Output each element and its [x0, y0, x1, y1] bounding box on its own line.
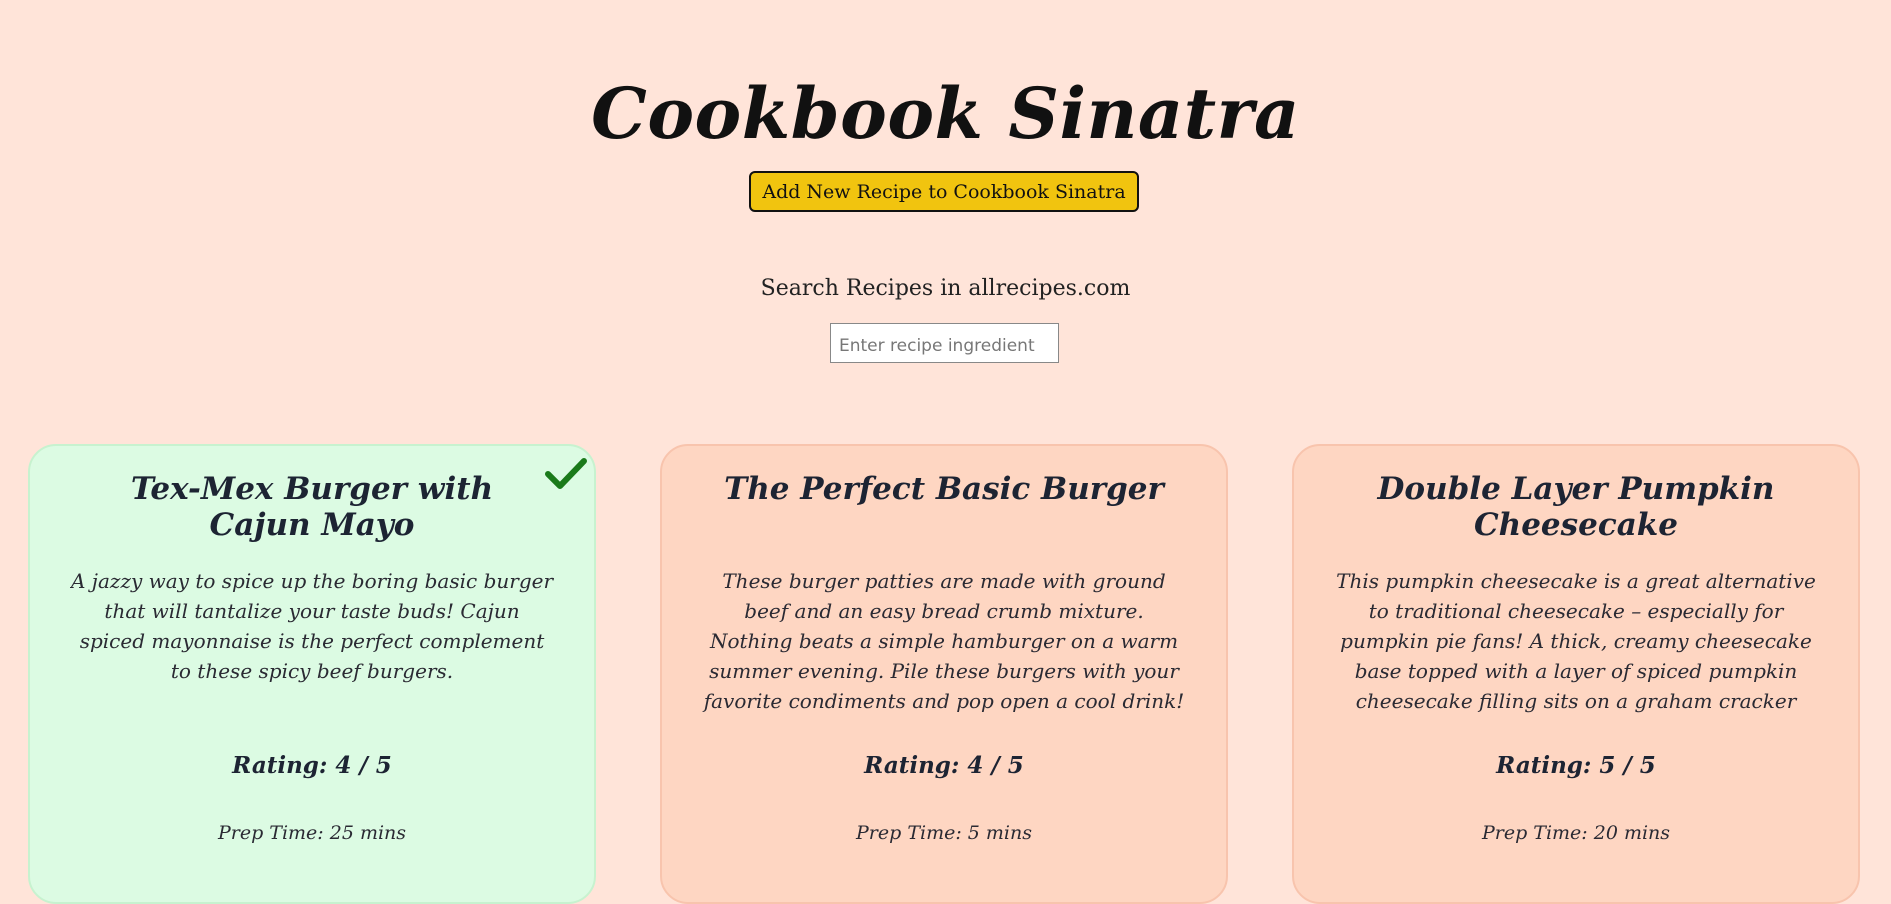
recipe-description: These burger patties are made with groun… [703, 569, 1185, 713]
search-label: Search Recipes in allrecipes.com [760, 276, 1131, 301]
recipe-prep-time: Prep Time: 5 mins [856, 822, 1032, 844]
recipe-prep-time: Prep Time: 25 mins [217, 822, 407, 844]
recipe-title: Double Layer Pumpkin Cheesecake [1377, 471, 1775, 543]
check-icon [545, 458, 587, 489]
add-recipe-button[interactable]: Add New Recipe to Cookbook Sinatra [749, 171, 1139, 212]
search-input[interactable] [830, 323, 1059, 363]
recipe-rating: Rating: 4 / 5 [232, 752, 392, 779]
recipe-description: A jazzy way to spice up the boring basic… [70, 569, 554, 683]
recipe-rating: Rating: 5 / 5 [1496, 752, 1656, 779]
recipe-title: The Perfect Basic Burger [724, 471, 1164, 507]
recipe-description: This pumpkin cheesecake is a great alter… [1336, 569, 1816, 713]
recipe-card[interactable]: The Perfect Basic Burger These burger pa… [660, 444, 1228, 904]
recipe-card[interactable]: Double Layer Pumpkin Cheesecake This pum… [1292, 444, 1860, 904]
recipe-rating: Rating: 4 / 5 [864, 752, 1024, 779]
page-title: Cookbook Sinatra [591, 71, 1300, 155]
recipe-title: Tex-Mex Burger with Cajun Mayo [130, 471, 494, 543]
recipe-card[interactable]: Tex-Mex Burger with Cajun Mayo A jazzy w… [28, 444, 596, 904]
recipe-prep-time: Prep Time: 20 mins [1481, 822, 1671, 844]
